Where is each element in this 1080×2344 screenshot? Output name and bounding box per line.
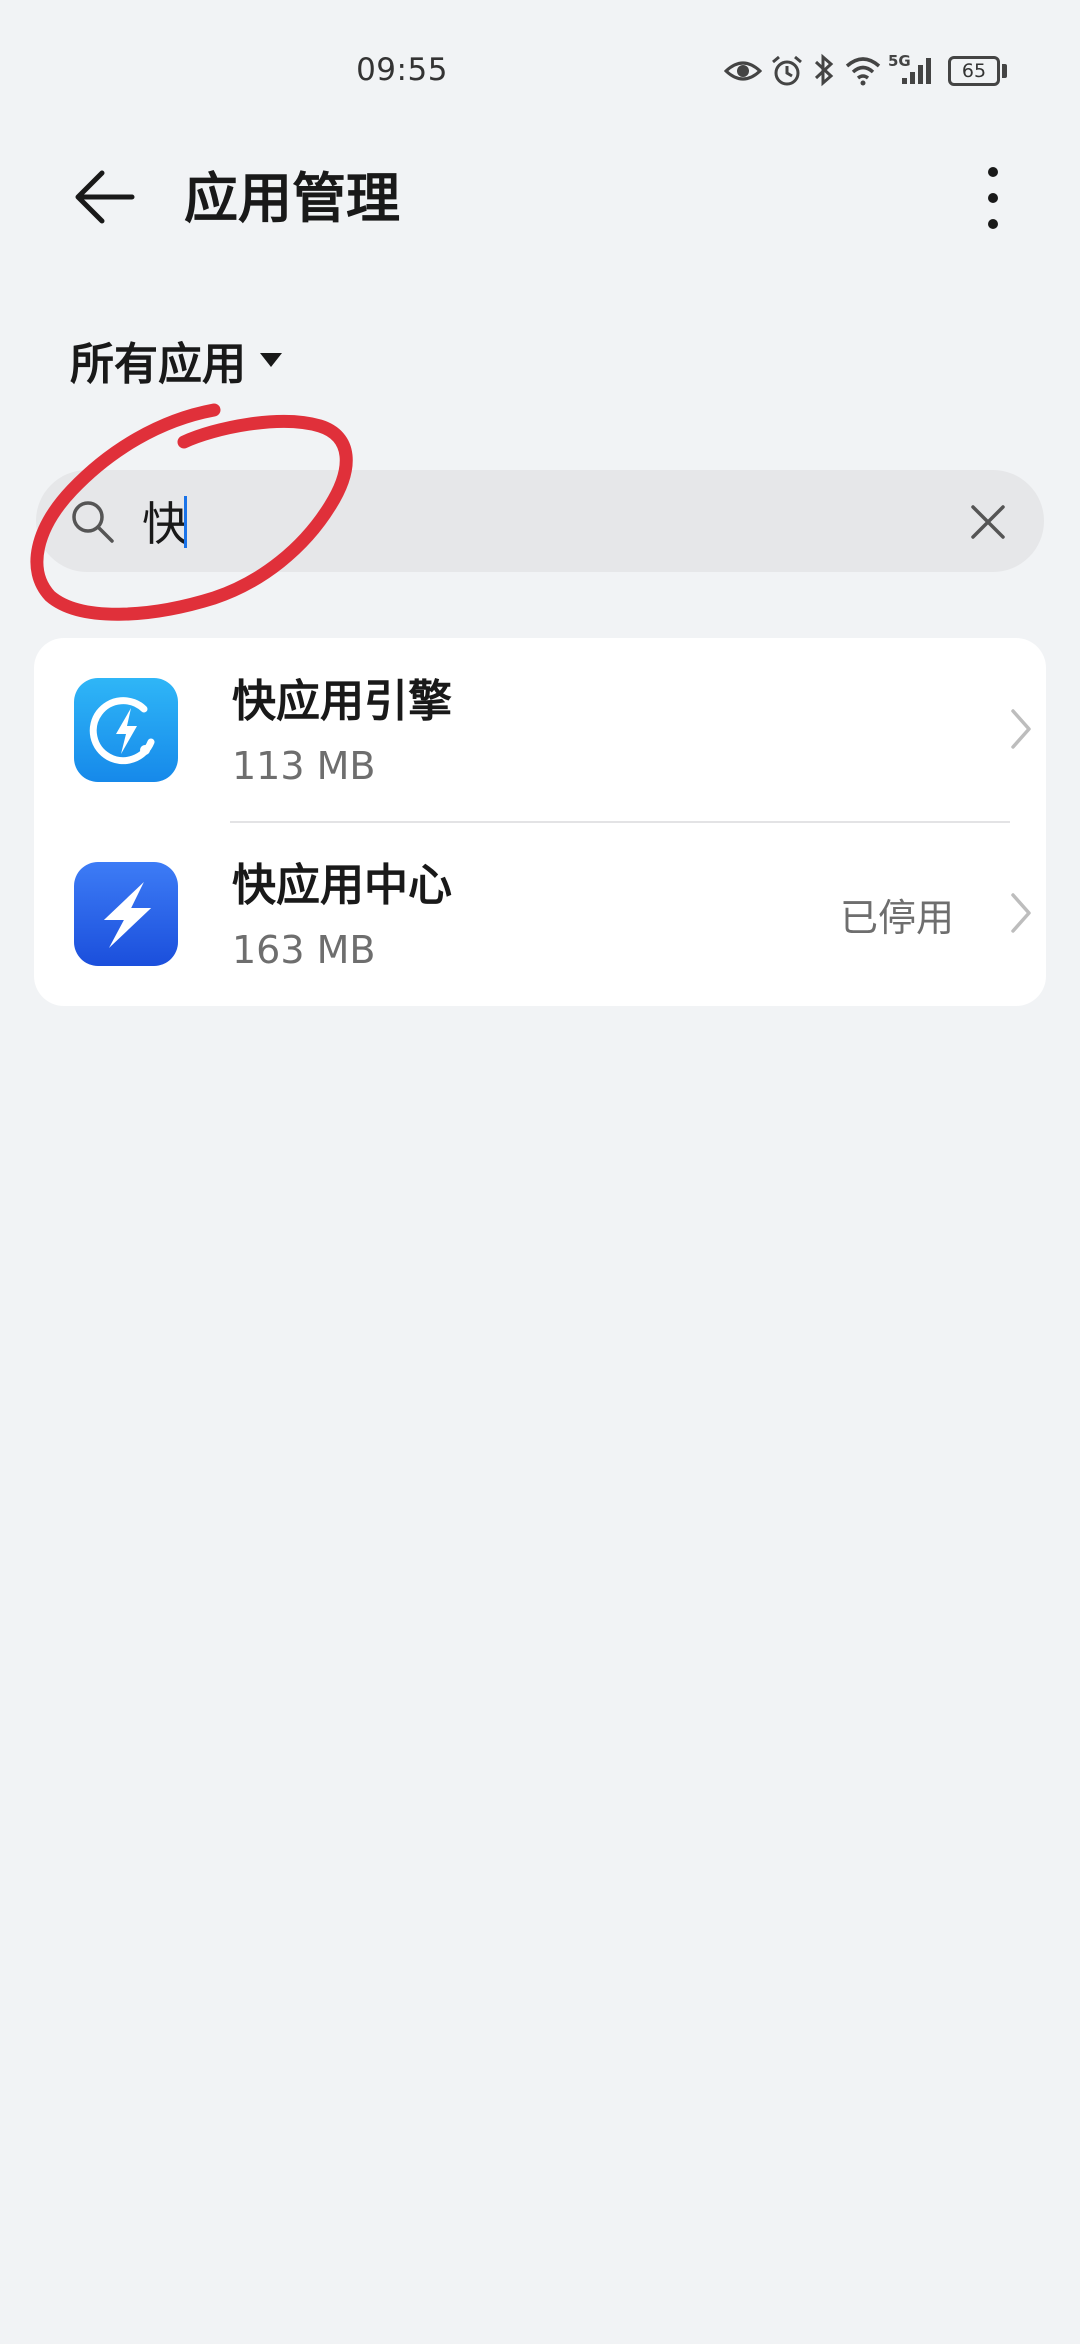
- app-size: 113 MB: [232, 744, 376, 788]
- more-options-button[interactable]: [960, 160, 1026, 236]
- text-cursor: [184, 496, 187, 548]
- status-bar: 09:55 5G 65: [0, 0, 1080, 130]
- app-size: 163 MB: [232, 928, 376, 972]
- caret-down-icon: [260, 353, 282, 367]
- app-list-item[interactable]: 快应用中心 163 MB 已停用: [34, 822, 1046, 1006]
- close-icon: [971, 505, 1005, 539]
- search-icon: [72, 501, 114, 543]
- app-management-screen: 09:55 5G 65 应用管理 所有应用 快 快应用引擎 113 MB 快应用…: [0, 0, 1080, 2344]
- wifi-icon: [845, 57, 881, 86]
- eye-comfort-icon: [724, 61, 762, 81]
- search-input[interactable]: [142, 484, 962, 558]
- search-bar[interactable]: [36, 470, 1044, 572]
- app-filter-dropdown[interactable]: 所有应用: [70, 328, 282, 392]
- quick-app-center-icon: [74, 862, 178, 966]
- quick-app-engine-icon: [74, 678, 178, 782]
- arrow-left-icon: [75, 170, 135, 224]
- page-title: 应用管理: [184, 167, 400, 230]
- back-button[interactable]: [62, 160, 146, 234]
- app-name: 快应用中心: [232, 860, 452, 911]
- battery-icon: 65: [948, 56, 1000, 86]
- app-status-badge: 已停用: [839, 896, 954, 940]
- chevron-right-icon: [1011, 893, 1031, 933]
- bluetooth-icon: [814, 53, 834, 87]
- app-list: 快应用引擎 113 MB 快应用中心 163 MB 已停用: [34, 638, 1046, 1006]
- app-name: 快应用引擎: [232, 676, 452, 727]
- filter-label: 所有应用: [70, 339, 246, 390]
- app-list-item[interactable]: 快应用引擎 113 MB: [34, 638, 1046, 823]
- battery-tip: [1002, 64, 1007, 78]
- battery-level: 65: [961, 60, 987, 82]
- alarm-icon: [772, 55, 802, 86]
- status-time: 09:55: [356, 52, 448, 88]
- chevron-right-icon: [1011, 709, 1031, 749]
- cellular-signal-icon: [902, 58, 931, 84]
- clear-search-button[interactable]: [958, 492, 1018, 552]
- more-vertical-icon: [988, 167, 998, 229]
